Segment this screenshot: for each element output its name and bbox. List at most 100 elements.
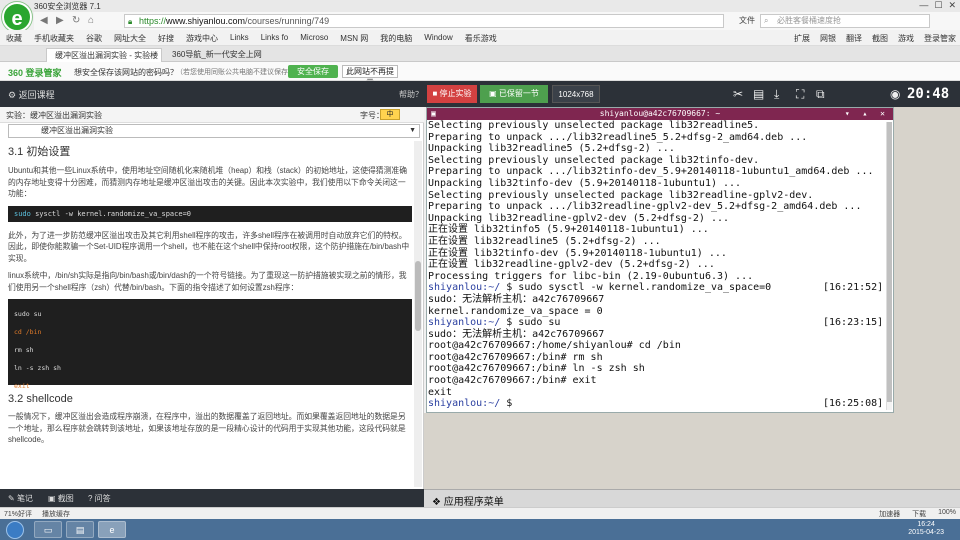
terminal-title: shiyanlou@a42c76709667: ~ — [599, 109, 721, 118]
external-link-icon[interactable]: ⧉ — [816, 87, 825, 102]
window-controls: — ☐ ✕ — [919, 0, 956, 11]
favorite-item[interactable]: 我的电脑 — [380, 33, 412, 44]
fullscreen-icon[interactable]: ⛶ — [796, 87, 804, 102]
app-menu-button[interactable]: ❖ 应用程序菜单 — [432, 493, 504, 508]
tab-label: 缓冲区溢出漏洞实验 - 实验楼 — [55, 51, 159, 60]
favorite-item[interactable]: Microso — [300, 33, 328, 44]
terminal-line: Selecting previously unselected package … — [428, 190, 885, 202]
back-label: 返回课程 — [18, 90, 55, 100]
scissors-icon[interactable]: ✂ — [733, 87, 743, 101]
terminal-scrollbar[interactable] — [886, 122, 892, 410]
resolution-select[interactable]: 1024x768 — [552, 85, 600, 103]
favorite-item[interactable]: 好搜 — [158, 33, 174, 44]
scroll-thumb[interactable] — [415, 261, 421, 331]
notes-button[interactable]: ✎ 笔记 — [8, 493, 33, 504]
system-clock[interactable]: 16:24 2015-04-23 — [908, 521, 944, 537]
browser-logo[interactable]: e — [2, 2, 32, 32]
favorite-item[interactable]: 看乐游戏 — [465, 33, 497, 44]
vm-taskbar: ❖ 应用程序菜单 — [424, 489, 960, 508]
never-prompt-button[interactable]: 此网站不再提示 — [342, 65, 398, 87]
qa-button[interactable]: ? 问答 — [88, 493, 111, 504]
favorite-item[interactable]: 网址大全 — [114, 33, 146, 44]
save-lab-button[interactable]: ▣ 已保留一节 — [480, 85, 548, 103]
search-input[interactable]: ⌕ 必胜客餐桶速度抢 — [760, 14, 930, 28]
tab-shiyanlou[interactable]: 缓冲区溢出漏洞实验 - 实验楼 — [46, 48, 162, 62]
maximize-icon[interactable]: ☐ — [934, 0, 942, 11]
section-select-value: 缓冲区溢出漏洞实验 — [41, 126, 113, 135]
favorite-item[interactable]: MSN 网 — [340, 33, 368, 44]
cache-status[interactable]: 播放缓存 — [42, 509, 70, 519]
terminal-menu-icon[interactable]: ▣ — [431, 108, 436, 120]
terminal-timestamp: [16:23:15] — [823, 317, 884, 329]
terminal-window-controls[interactable]: ▾ ▴ ✕ — [845, 108, 889, 120]
refresh-icon[interactable]: ↻ — [72, 15, 80, 26]
stop-lab-button[interactable]: ■ 停止实验 — [427, 85, 477, 103]
terminal-line: shiyanlou:~/ $ sudo sysctl -w kernel.ran… — [428, 282, 885, 294]
terminal-line: root@a42c76709667:/bin# exit — [428, 375, 885, 387]
download-status[interactable]: 下载 — [912, 509, 926, 519]
terminal-text: Selecting previously unselected package … — [428, 120, 760, 131]
chevron-down-icon: ▼ — [409, 127, 416, 134]
minimize-icon[interactable]: — — [919, 0, 928, 11]
scroll-thumb[interactable] — [887, 122, 892, 402]
favorite-item[interactable]: 手机收藏夹 — [34, 33, 74, 44]
start-button[interactable] — [6, 521, 24, 539]
terminal-line: sudo：无法解析主机：a42c76709667 — [428, 294, 885, 306]
favorite-item[interactable]: Links fo — [261, 33, 289, 44]
terminal-line: Unpacking lib32readline5 (5.2+dfsg-2) ..… — [428, 143, 885, 155]
favorite-item[interactable]: 谷歌 — [86, 33, 102, 44]
clock-date: 2015-04-23 — [908, 529, 944, 536]
accelerator-status[interactable]: 加速器 — [879, 509, 900, 519]
terminal-window[interactable]: ▣ shiyanlou@a42c76709667: ~ ▾ ▴ ✕ Select… — [426, 107, 894, 413]
terminal-text: $ sudo sysctl -w kernel.randomize_va_spa… — [500, 282, 772, 294]
toolbar-extension-item[interactable]: 网银 — [820, 33, 836, 44]
experiment-label: 实验：缓冲区溢出漏洞实验 — [6, 111, 102, 120]
url-input[interactable]: 🔒︎ https://www.shiyanlou.com/courses/run… — [124, 14, 724, 28]
screenshot-label: 截图 — [57, 494, 74, 503]
toolbar-extension-item[interactable]: 扩展 — [794, 33, 810, 44]
rating-status[interactable]: 71%好评 — [4, 509, 32, 519]
zoom-level[interactable]: 100% — [938, 509, 956, 519]
terminal-line: kernel.randomize_va_space = 0 — [428, 306, 885, 318]
home-icon[interactable]: ⌂ — [88, 15, 94, 26]
favorite-item[interactable]: Links — [230, 33, 249, 44]
eye-icon[interactable]: ◉ — [890, 87, 900, 101]
download-icon[interactable]: ⤓ — [774, 87, 779, 102]
terminal-output[interactable]: Selecting previously unselected package … — [427, 120, 885, 412]
terminal-line: 正在设置 lib32tinfo5 (5.9+20140118-1ubuntu1)… — [428, 224, 885, 236]
save-password-button[interactable]: 安全保存 — [288, 65, 338, 78]
clipboard-icon[interactable]: ▤ — [753, 87, 764, 101]
toolbar-extension-item[interactable]: 登录管家 — [924, 33, 956, 44]
toolbar-extension-item[interactable]: 截图 — [872, 33, 888, 44]
instructions-footer: ✎ 笔记 ▣ 截图 ? 问答 — [0, 489, 424, 507]
forward-arrow-icon[interactable]: ▶ — [56, 15, 64, 26]
browser-taskbar-icon[interactable]: e — [98, 521, 126, 538]
back-arrow-icon[interactable]: ◀ — [40, 15, 48, 26]
menu-file[interactable]: 文件 — [739, 15, 755, 26]
help-link[interactable]: 帮助？ — [399, 89, 423, 100]
section-select[interactable]: 缓冲区溢出漏洞实验 ▼ — [8, 124, 420, 138]
terminal-text: 正在设置 lib32readline-gplv2-dev (5.2+dfsg-2… — [428, 259, 715, 271]
favorite-item[interactable]: 收藏 — [6, 33, 22, 44]
address-bar-row: ◀ ▶ ↻ ⌂ 🔒︎ https://www.shiyanlou.com/cou… — [34, 12, 960, 30]
favorite-item[interactable]: 游戏中心 — [186, 33, 218, 44]
terminal-taskbar-icon[interactable]: ▤ — [66, 521, 94, 538]
terminal-titlebar[interactable]: ▣ shiyanlou@a42c76709667: ~ ▾ ▴ ✕ — [427, 108, 893, 120]
security-brand: 360 登录管家 — [8, 68, 62, 78]
explorer-taskbar-icon[interactable]: ▭ — [34, 521, 62, 538]
terminal-line: 正在设置 lib32readline5 (5.2+dfsg-2) ... — [428, 236, 885, 248]
terminal-text: $ sudo su — [500, 317, 561, 329]
favorite-item[interactable]: Window — [424, 33, 452, 44]
clock-time: 16:24 — [917, 521, 935, 528]
instructions-scrollbar[interactable] — [414, 141, 422, 487]
paragraph: Ubuntu和其他一些Linux系统中，使用地址空间随机化来随机堆（heap）和… — [8, 166, 407, 198]
toolbar-extension-item[interactable]: 翻译 — [846, 33, 862, 44]
toolbar-extension-item[interactable]: 游戏 — [898, 33, 914, 44]
terminal-text: 正在设置 lib32tinfo-dev (5.9+20140118-1ubunt… — [428, 247, 727, 259]
screenshot-button[interactable]: ▣ 截图 — [48, 493, 74, 504]
tab-360nav[interactable]: 360导航_新一代安全上网导航 — [164, 48, 264, 73]
paragraph: linux系统中，/bin/sh实际是指向/bin/bash或/bin/dash… — [8, 271, 407, 292]
close-icon[interactable]: ✕ — [948, 0, 956, 11]
back-to-course-button[interactable]: ⚙ 返回课程 — [8, 88, 55, 101]
font-size-select[interactable]: 中 — [380, 109, 400, 120]
